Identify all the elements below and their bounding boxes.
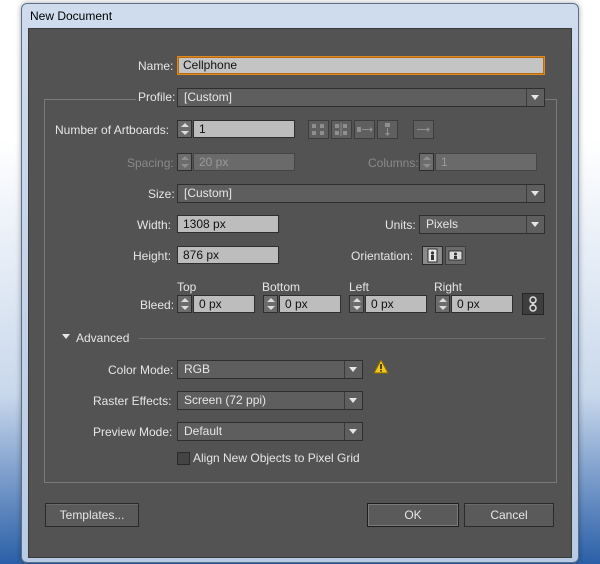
cancel-button[interactable]: Cancel <box>464 503 554 527</box>
grid-by-column-icon[interactable] <box>331 120 352 139</box>
chevron-down-icon <box>526 185 544 202</box>
grid-by-row-icon[interactable] <box>308 120 329 139</box>
arrange-by-column-icon[interactable] <box>377 120 398 139</box>
raster-effects-select-value: Screen (72 ppi) <box>184 393 267 407</box>
chevron-down-icon <box>344 392 362 409</box>
columns-input[interactable]: 1 <box>435 153 537 171</box>
profile-label: Profile: <box>136 90 178 104</box>
chevron-down-icon <box>526 89 544 106</box>
bleed-bottom-input[interactable]: 0 px <box>279 295 341 313</box>
spacing-input[interactable]: 20 px <box>193 153 295 171</box>
height-label: Height: <box>133 249 172 263</box>
bleed-bottom-stepper[interactable] <box>263 295 278 313</box>
title-bar[interactable]: New Document <box>22 4 578 28</box>
name-label: Name: <box>138 59 174 73</box>
width-input[interactable]: 1308 px <box>177 215 279 233</box>
size-select[interactable]: [Custom] <box>177 184 545 203</box>
bleed-right-stepper[interactable] <box>435 295 450 313</box>
new-document-dialog: New Document Name: Cellphone Profile: [C… <box>21 3 579 563</box>
warning-icon <box>373 359 389 374</box>
width-label: Width: <box>137 218 172 232</box>
advanced-label[interactable]: Advanced <box>76 331 129 345</box>
color-mode-select-value: RGB <box>184 362 211 376</box>
bleed-left-stepper[interactable] <box>349 295 364 313</box>
units-select-value: Pixels <box>426 217 459 231</box>
chevron-down-icon <box>344 423 362 440</box>
spacing-stepper[interactable] <box>177 153 192 171</box>
name-input[interactable]: Cellphone <box>177 56 545 75</box>
chevron-down-icon <box>526 216 544 233</box>
artboards-input[interactable]: 1 <box>193 120 295 138</box>
disclosure-triangle-icon[interactable] <box>62 334 70 339</box>
templates-button[interactable]: Templates... <box>45 503 139 527</box>
advanced-divider <box>139 338 545 339</box>
bleed-label: Bleed: <box>140 298 175 312</box>
chevron-down-icon <box>344 361 362 378</box>
bleed-top-input[interactable]: 0 px <box>193 295 255 313</box>
units-select[interactable]: Pixels <box>419 215 545 234</box>
preview-mode-select[interactable]: Default <box>177 422 363 441</box>
preview-mode-select-value: Default <box>184 424 223 438</box>
bleed-bottom-label: Bottom <box>262 280 301 294</box>
orientation-label: Orientation: <box>351 249 414 263</box>
height-input[interactable]: 876 px <box>177 246 279 264</box>
bleed-right-input[interactable]: 0 px <box>451 295 513 313</box>
bleed-top-stepper[interactable] <box>177 295 192 313</box>
size-select-value: [Custom] <box>184 186 233 200</box>
preview-mode-label: Preview Mode: <box>93 425 173 439</box>
profile-select[interactable]: [Custom] <box>177 88 545 107</box>
right-to-left-icon[interactable] <box>413 120 434 139</box>
color-mode-label: Color Mode: <box>108 363 174 377</box>
artboards-label: Number of Artboards: <box>55 123 170 137</box>
raster-effects-select[interactable]: Screen (72 ppi) <box>177 391 363 410</box>
spacing-label: Spacing: <box>127 156 174 170</box>
landscape-icon[interactable] <box>445 246 466 265</box>
color-mode-select[interactable]: RGB <box>177 360 363 379</box>
link-bleed-icon[interactable] <box>522 293 544 315</box>
dialog-body: Name: Cellphone Profile: [Custom] Number… <box>28 28 572 558</box>
align-pixel-grid-label[interactable]: Align New Objects to Pixel Grid <box>193 451 360 465</box>
bleed-left-label: Left <box>349 280 370 294</box>
arrange-by-row-icon[interactable] <box>354 120 375 139</box>
ok-button[interactable]: OK <box>367 503 459 527</box>
raster-effects-label: Raster Effects: <box>93 394 172 408</box>
columns-label: Columns: <box>368 156 419 170</box>
units-label: Units: <box>385 218 416 232</box>
align-pixel-grid-checkbox[interactable] <box>177 452 190 465</box>
size-label: Size: <box>148 187 175 201</box>
profile-select-value: [Custom] <box>184 90 233 104</box>
window-title: New Document <box>30 9 113 23</box>
bleed-right-label: Right <box>434 280 463 294</box>
columns-stepper[interactable] <box>419 153 434 171</box>
portrait-icon[interactable] <box>422 246 443 265</box>
bleed-left-input[interactable]: 0 px <box>365 295 427 313</box>
artboards-stepper[interactable] <box>177 120 192 138</box>
bleed-top-label: Top <box>177 280 197 294</box>
